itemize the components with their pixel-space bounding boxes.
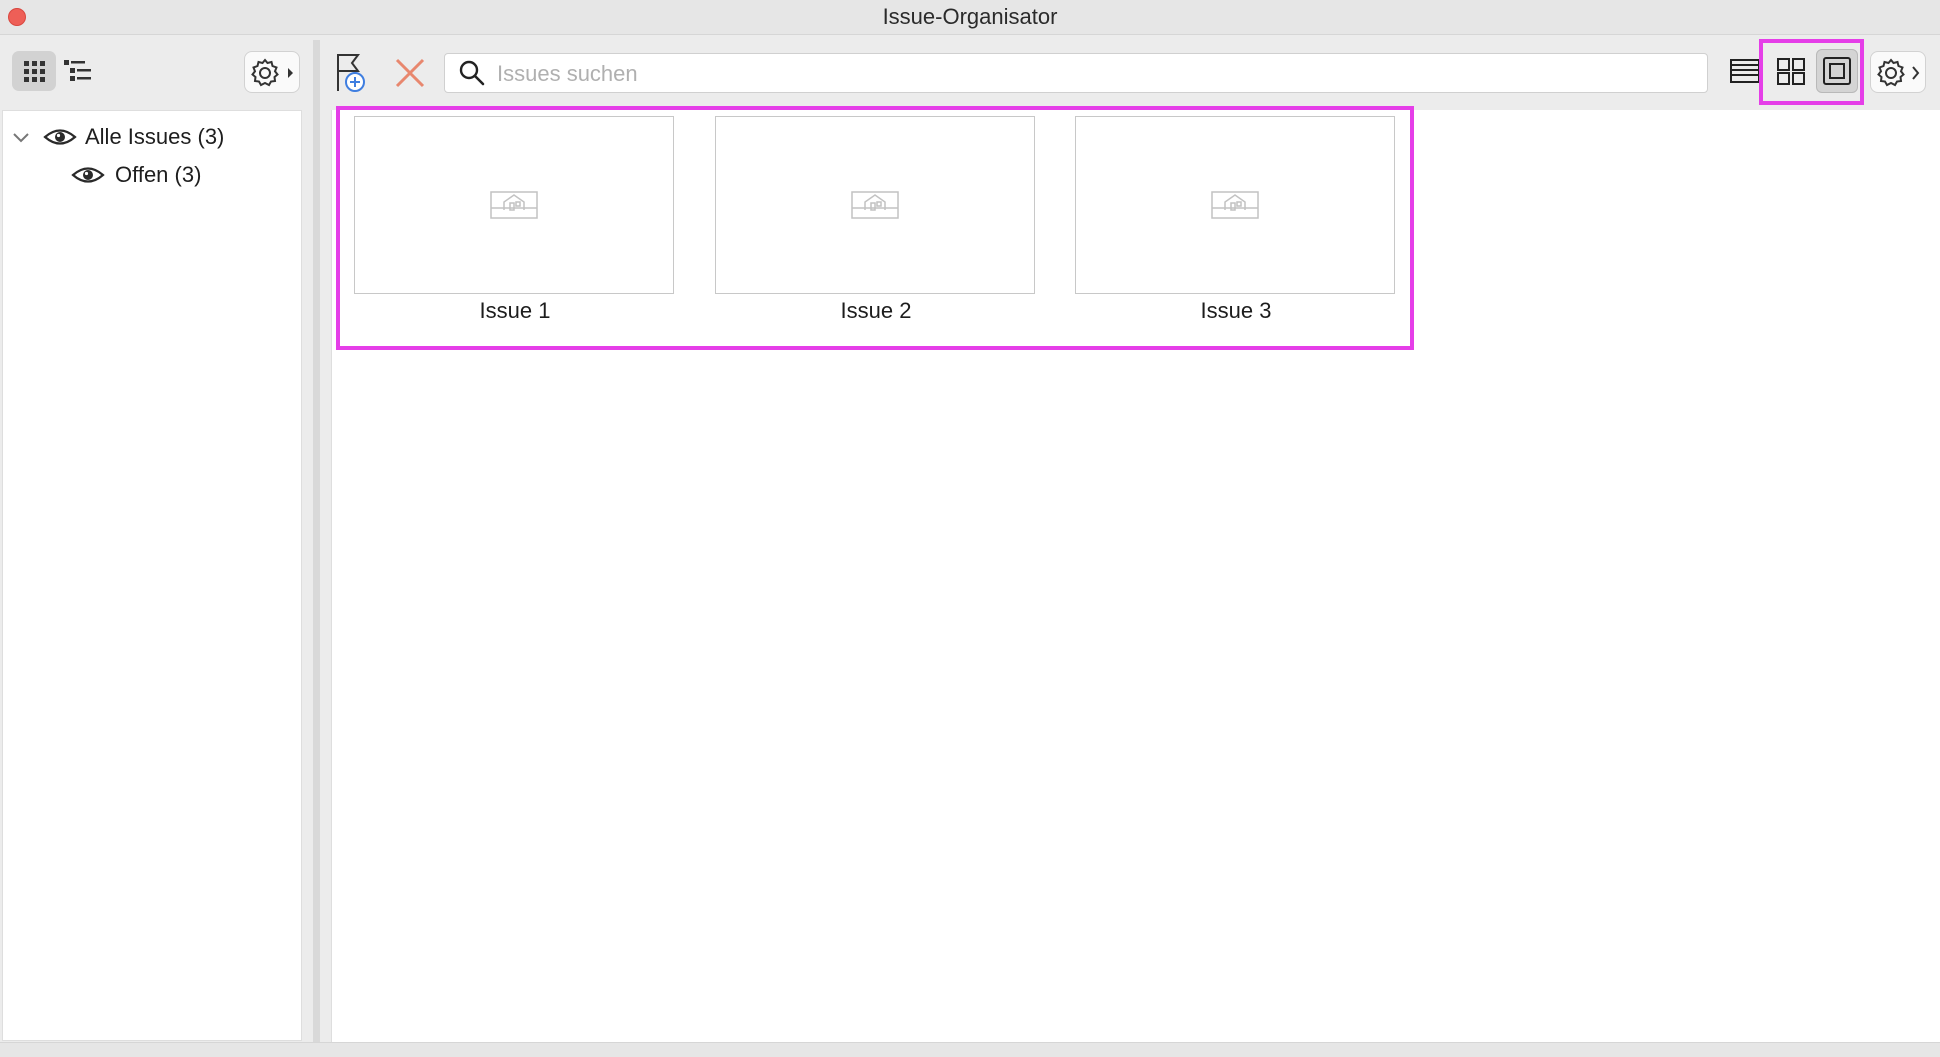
issue-card[interactable]: Issue 3 (1075, 116, 1397, 324)
tree-view-toggle[interactable] (60, 51, 104, 91)
delete-issue-button[interactable] (390, 53, 430, 93)
search-icon (459, 60, 485, 86)
issue-thumbnail (354, 116, 674, 294)
chevron-right-icon (288, 68, 293, 78)
grid-view-toggle[interactable] (12, 51, 56, 91)
view-buttons-highlight (1759, 39, 1864, 105)
bottom-bar (0, 1042, 1940, 1057)
issue-thumbnail (715, 116, 1035, 294)
sidebar: Alle Issues (3) Offen (3) (2, 110, 302, 1041)
building-placeholder-icon (1211, 191, 1259, 219)
search-input[interactable] (495, 54, 1699, 94)
close-icon (395, 58, 425, 88)
issue-card[interactable]: Issue 1 (354, 116, 676, 324)
tree-item-label: Alle Issues (3) (85, 124, 225, 149)
sidebar-settings-button[interactable] (244, 51, 300, 93)
search-box (444, 53, 1708, 94)
gear-icon (1877, 58, 1920, 87)
building-placeholder-icon (490, 191, 538, 219)
eye-icon (43, 129, 77, 145)
window-title: Issue-Organisator (882, 4, 1058, 29)
tree-item-offen[interactable]: Offen (3) (71, 155, 201, 195)
issue-title: Issue 1 (479, 298, 551, 323)
issue-title: Issue 2 (840, 298, 912, 323)
eye-icon (71, 167, 105, 183)
dots-grid-icon (24, 61, 45, 82)
chevron-down-icon[interactable] (11, 127, 31, 147)
tree-item-label: Offen (3) (115, 162, 202, 187)
building-placeholder-icon (851, 191, 899, 219)
issues-content-area: Issue 1 Issue 2 Issue 3 (331, 106, 1940, 1042)
title-bar: Issue-Organisator (0, 0, 1940, 35)
flag-add-icon (337, 54, 365, 92)
tree-list-icon (64, 60, 91, 81)
issue-card[interactable]: Issue 2 (715, 116, 1037, 324)
gear-icon (251, 58, 293, 87)
issue-thumbnail (1075, 116, 1395, 294)
main-toolbar (320, 35, 1940, 110)
tree-item-alle-issues[interactable]: Alle Issues (3) (11, 117, 224, 157)
main-settings-button[interactable] (1870, 51, 1926, 93)
issue-title: Issue 3 (1200, 298, 1272, 323)
pane-splitter[interactable] (313, 40, 320, 1056)
sidebar-toolbar (0, 35, 305, 110)
add-issue-button[interactable] (332, 51, 374, 95)
chevron-right-icon (1912, 66, 1920, 80)
